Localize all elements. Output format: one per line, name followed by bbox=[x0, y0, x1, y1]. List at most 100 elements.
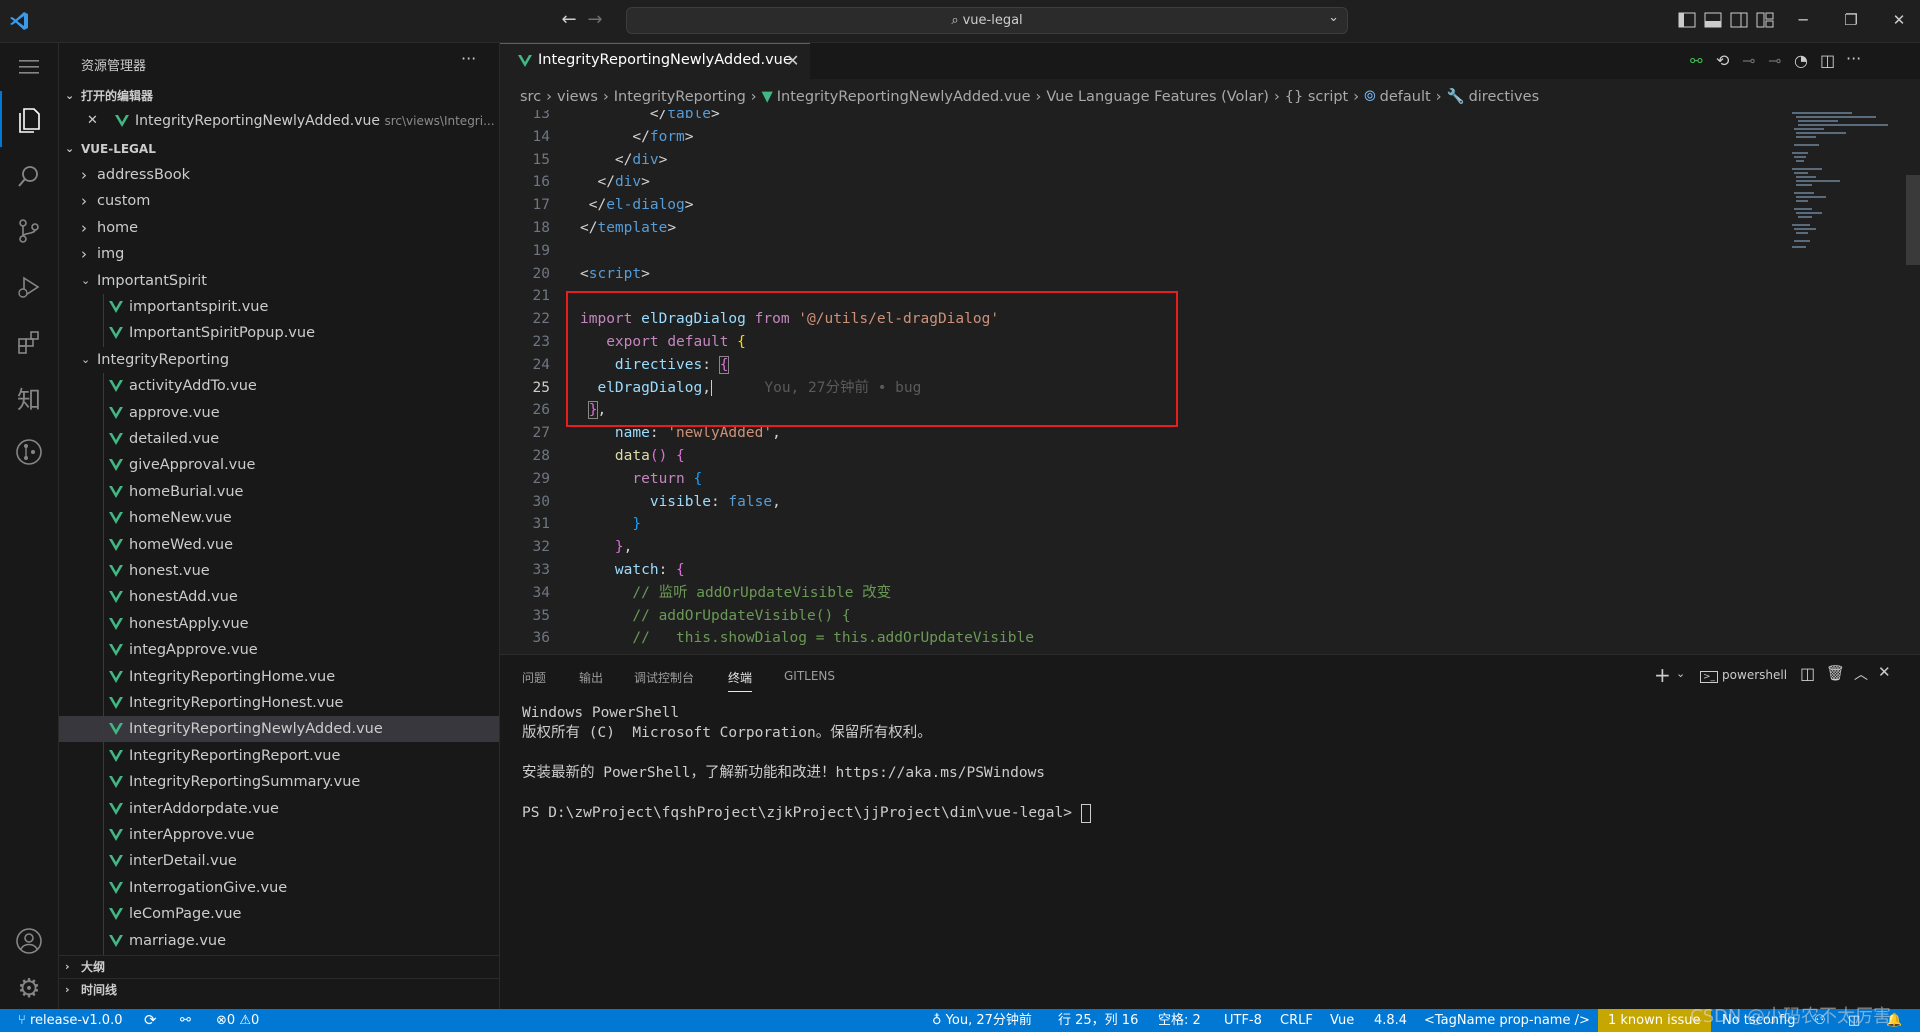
project-header[interactable]: ⌄ VUE-LEGAL bbox=[59, 138, 499, 160]
accounts-icon[interactable] bbox=[0, 917, 58, 965]
command-center[interactable]: ⌕ vue-legal ⌄ bbox=[626, 7, 1348, 34]
maximize-panel-icon[interactable]: ︿ bbox=[1854, 664, 1868, 684]
git-blame-status[interactable]: ♁ You, 27分钟前 bbox=[932, 1009, 1032, 1032]
file-item[interactable]: interAddorpdate.vue bbox=[59, 795, 499, 823]
next-revision-icon[interactable]: ⊸ bbox=[1768, 51, 1781, 70]
open-editor-item[interactable]: ✕ IntegrityReportingNewlyAdded.vue src\v… bbox=[59, 108, 499, 134]
outline-header[interactable]: › 大纲 bbox=[59, 955, 499, 978]
problems-status[interactable]: ⊗0 ⚠0 bbox=[216, 1009, 259, 1032]
indentation[interactable]: 空格: 2 bbox=[1158, 1009, 1201, 1032]
breadcrumb-item[interactable]: {} script bbox=[1285, 84, 1348, 110]
breadcrumb-item[interactable]: src bbox=[520, 84, 541, 110]
folder-item[interactable]: ⌄ IntegrityReporting bbox=[59, 347, 499, 373]
file-item[interactable]: interApprove.vue bbox=[59, 822, 499, 849]
terminal-selector[interactable]: >_ powershell bbox=[1700, 668, 1787, 683]
source-control-icon[interactable] bbox=[0, 207, 58, 255]
split-terminal-icon[interactable]: ◫ bbox=[1800, 664, 1815, 683]
timeline-header[interactable]: › 时间线 bbox=[59, 978, 499, 1001]
file-item[interactable]: honestApply.vue bbox=[59, 610, 499, 638]
minimize-button[interactable]: ─ bbox=[1788, 8, 1818, 32]
folder-item[interactable]: › addressBook bbox=[59, 162, 499, 188]
toggle-primary-sidebar-icon[interactable] bbox=[1678, 11, 1696, 29]
open-changes-icon[interactable]: ⟲ bbox=[1716, 51, 1729, 70]
file-item[interactable]: activityAddTo.vue bbox=[59, 373, 499, 401]
file-item[interactable]: interDetail.vue bbox=[59, 848, 499, 876]
sync-icon[interactable]: ⟳ bbox=[144, 1009, 157, 1032]
new-terminal-icon[interactable]: + bbox=[1654, 663, 1671, 687]
branch-status[interactable]: ⑂ release-v1.0.0 bbox=[18, 1009, 122, 1032]
toggle-panel-icon[interactable] bbox=[1704, 11, 1722, 29]
version[interactable]: 4.8.4 bbox=[1374, 1009, 1407, 1032]
breadcrumb-item[interactable]: default bbox=[1380, 84, 1431, 110]
editor-scrollbar[interactable] bbox=[1906, 175, 1920, 265]
breadcrumb-item[interactable]: directives bbox=[1469, 84, 1540, 110]
gitlens-icon[interactable] bbox=[0, 428, 58, 476]
file-item[interactable]: honestAdd.vue bbox=[59, 584, 499, 612]
extensions-icon[interactable] bbox=[0, 318, 58, 366]
file-item[interactable]: IntegrityReportingHome.vue bbox=[59, 663, 499, 691]
gitlens-compare-icon[interactable]: ⚯ bbox=[1690, 52, 1703, 70]
file-item[interactable]: homeNew.vue bbox=[59, 505, 499, 533]
close-icon[interactable]: ✕ bbox=[87, 108, 98, 134]
tab-terminal[interactable]: 终端 bbox=[728, 669, 753, 692]
settings-gear-icon[interactable]: ⚙ bbox=[0, 965, 58, 1013]
tab-output[interactable]: 输出 bbox=[579, 669, 603, 686]
zhi-extension-icon[interactable]: 知 bbox=[0, 373, 58, 421]
explorer-icon[interactable] bbox=[0, 91, 58, 147]
file-item[interactable]: ImportantSpiritPopup.vue bbox=[59, 320, 499, 348]
more-actions-icon[interactable]: ··· bbox=[1846, 49, 1861, 68]
file-item[interactable]: homeWed.vue bbox=[59, 531, 499, 559]
file-item[interactable]: marriage.vue bbox=[59, 927, 499, 955]
close-window-button[interactable]: ✕ bbox=[1884, 8, 1914, 32]
folder-item[interactable]: › img bbox=[59, 241, 499, 267]
toggle-secondary-sidebar-icon[interactable] bbox=[1730, 11, 1748, 29]
folder-item[interactable]: › custom bbox=[59, 188, 499, 214]
minimap[interactable] bbox=[1790, 110, 1900, 650]
trash-icon[interactable]: 🗑 bbox=[1826, 664, 1845, 682]
back-button[interactable]: ← bbox=[558, 9, 580, 31]
previous-revision-icon[interactable]: ⊸ bbox=[1742, 51, 1755, 70]
tab-debug-console[interactable]: 调试控制台 bbox=[634, 669, 694, 686]
close-panel-icon[interactable]: ✕ bbox=[1878, 663, 1891, 681]
file-item[interactable]: IntegrityReportingNewlyAdded.vue bbox=[59, 716, 499, 744]
end-of-line[interactable]: CRLF bbox=[1280, 1009, 1313, 1032]
menu-icon[interactable] bbox=[0, 43, 58, 91]
file-item[interactable]: IntegrityReportingSummary.vue bbox=[59, 769, 499, 797]
customize-layout-icon[interactable] bbox=[1756, 11, 1774, 29]
file-item[interactable]: honest.vue bbox=[59, 558, 499, 585]
file-item[interactable]: detailed.vue bbox=[59, 426, 499, 453]
split-editor-icon[interactable]: ◫ bbox=[1820, 51, 1835, 70]
open-editors-header[interactable]: ⌄ 打开的编辑器 bbox=[59, 85, 499, 107]
chevron-down-icon[interactable]: ⌄ bbox=[1328, 10, 1339, 25]
breadcrumb-item[interactable]: IntegrityReporting bbox=[614, 84, 746, 110]
file-item[interactable]: giveApproval.vue bbox=[59, 452, 499, 480]
breadcrumb-item[interactable]: Vue Language Features (Volar) bbox=[1046, 84, 1269, 110]
tab-problems[interactable]: 问题 bbox=[522, 669, 546, 686]
tab-close-icon[interactable]: ✕ bbox=[786, 51, 799, 70]
tagname-style[interactable]: <TagName prop-name /> bbox=[1424, 1009, 1590, 1032]
file-item[interactable]: InterrogationGive.vue bbox=[59, 874, 499, 902]
file-item[interactable]: approve.vue bbox=[59, 399, 499, 427]
tab-integrityreportingnewlyadded[interactable]: IntegrityReportingNewlyAdded.vue ✕ bbox=[500, 43, 810, 79]
file-item[interactable]: integApprove.vue bbox=[59, 637, 499, 665]
chevron-down-icon[interactable]: ⌄ bbox=[1676, 667, 1685, 680]
file-item[interactable]: IntegrityReportingHonest.vue bbox=[59, 690, 499, 717]
file-item[interactable]: importantspirit.vue bbox=[59, 294, 499, 321]
run-debug-icon[interactable] bbox=[0, 263, 58, 311]
breadcrumb-item[interactable]: views bbox=[557, 84, 598, 110]
tab-gitlens[interactable]: GITLENS bbox=[784, 669, 835, 683]
file-item[interactable]: homeBurial.vue bbox=[59, 478, 499, 506]
restore-button[interactable]: ❐ bbox=[1836, 8, 1866, 32]
search-icon[interactable] bbox=[0, 153, 58, 201]
terminal-output[interactable]: Windows PowerShell 版权所有 (C) Microsoft Co… bbox=[522, 703, 1091, 823]
forward-button[interactable]: → bbox=[584, 9, 606, 31]
encoding[interactable]: UTF-8 bbox=[1224, 1009, 1262, 1032]
git-history-icon[interactable]: ◔ bbox=[1794, 51, 1808, 70]
cursor-position[interactable]: 行 25，列 16 bbox=[1058, 1009, 1138, 1032]
file-item[interactable]: leComPage.vue bbox=[59, 901, 499, 929]
language-mode[interactable]: Vue bbox=[1330, 1009, 1354, 1032]
git-graph-icon[interactable]: ⚯ bbox=[180, 1009, 191, 1032]
file-item[interactable]: IntegrityReportingReport.vue bbox=[59, 742, 499, 770]
folder-item[interactable]: › home bbox=[59, 215, 499, 241]
breadcrumb-item[interactable]: IntegrityReportingNewlyAdded.vue bbox=[777, 84, 1031, 110]
